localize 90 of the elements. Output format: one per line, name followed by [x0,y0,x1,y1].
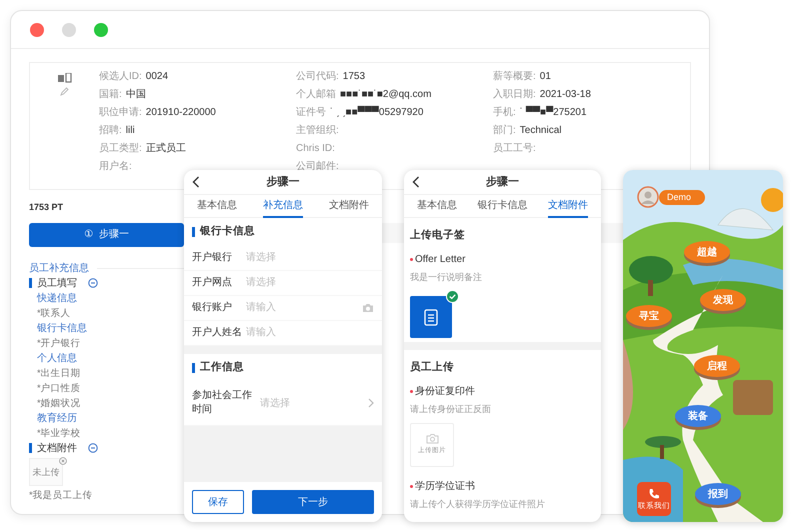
section-title: 上传电子签 [409,228,466,243]
field-label: 证件号 [296,107,326,118]
field-label: Chris ID: [296,143,335,154]
field-value: ˙ ˏ ˏ■■▀▀▀05297920 [330,107,424,118]
edit-icon[interactable] [60,87,69,96]
sidebar-item: *开户银行 [36,336,81,350]
sidebar-item: *婚姻状况 [36,396,81,410]
sidebar-item: *户口性质 [36,382,81,396]
input-field[interactable]: 请输入 [246,325,374,340]
field-label: 用户名: [99,161,132,172]
input-field[interactable]: 请输入 [246,300,362,316]
section-title: 员工上传 [409,360,455,376]
sidebar-link[interactable]: 教育经历 [29,410,77,426]
screen-title: 步骤一 [266,174,300,190]
field-value: 正式员工 [146,143,186,154]
field-value: Technical [520,125,562,136]
tab[interactable]: 文档附件 [316,195,382,217]
field-value: 1753 [342,71,366,82]
check-icon [446,290,459,304]
section-title: 工作信息 [200,360,244,375]
field-label: 参加社会工作时间 [192,389,252,417]
upload-hint: 请上传身份证正反面 [410,403,492,416]
select-field[interactable]: 请选择 [260,396,368,410]
field-label: 招聘: [99,125,122,136]
field-value: 2021-03-18 [540,89,591,100]
next-button[interactable]: 下一步 [252,490,374,514]
field-value: ˙ ▀▀■▀275201 [520,107,587,118]
remove-icon[interactable] [59,456,67,464]
field-label: 候选人ID: [99,71,142,82]
select-field[interactable]: 请选择 [246,275,374,290]
save-button[interactable]: 保存 [192,490,244,514]
sidebar-section: 员工填写 [37,276,77,290]
sidebar-section: 文档附件 [37,440,77,456]
close-button[interactable] [30,22,44,36]
code-label: 1753 PT [29,201,64,214]
collapse-icon[interactable] [88,443,98,453]
field-label: 员工类型: [99,143,142,154]
back-icon[interactable] [192,176,200,188]
sidebar-link[interactable]: 快递信息 [29,290,77,306]
chevron-icon [368,398,374,408]
tab[interactable]: 基本信息 [404,195,470,217]
upload-label: 学历学位证书 [415,480,475,494]
field-value: 0024 [146,71,168,82]
field-label: 开户银行 [192,250,233,265]
field-value: lili [126,125,135,136]
section-title: 员工补充信息 [29,262,89,276]
sidebar-item: *毕业学校 [36,426,81,440]
upload-hint: 请上传个人获得学历学位证件照片 [410,498,546,510]
tab[interactable]: 基本信息 [184,195,250,217]
section-title: 银行卡信息 [200,224,255,239]
field-value: 01 [540,71,551,82]
field-label: 开户网点 [192,276,233,290]
screen-title: 步骤一 [486,174,519,190]
upload-label: Offer Letter [415,252,466,267]
field-label: 个人邮箱 [296,89,336,100]
sidebar-link[interactable]: 银行卡信息 [29,320,87,336]
field-label: 手机: [493,107,516,118]
upload-hint: 我是一行说明备注 [410,270,483,284]
document-thumbnail[interactable] [410,296,452,338]
field-label: 职位申请: [99,107,142,118]
camera-icon [426,433,438,444]
upload-note: *我是员工上传 [29,488,93,502]
back-icon[interactable] [412,176,420,188]
phone-icon [648,488,660,500]
field-label: 员工工号: [493,143,536,154]
field-label: 部门: [493,125,516,136]
sidebar-link[interactable]: 个人信息 [29,350,77,366]
upload-label: 身份证复印件 [415,384,475,399]
field-value: 中国 [126,89,146,100]
collapse-icon[interactable] [88,278,98,288]
user-name-button[interactable]: Demo [659,190,706,205]
field-label: 入职日期: [493,89,536,100]
field-value: ■■■˙■■˙■2@qq.com [340,89,432,100]
field-label: 公司代码: [296,71,339,82]
field-label: 开户人姓名 [192,326,243,340]
camera-icon[interactable] [362,302,374,313]
maximize-button[interactable] [94,22,108,36]
upload-status: 未上传 [29,458,63,486]
sidebar-item: *出生日期 [36,366,81,380]
sidebar-item: *联系人 [36,306,71,320]
field-label: 主管组织: [296,125,339,136]
step-button[interactable]: ① 步骤一 [29,222,184,246]
field-label: 薪等概要: [493,71,536,82]
field-label: 公司邮件: [296,161,339,172]
select-field[interactable]: 请选择 [246,250,374,266]
tab[interactable]: 银行卡信息 [470,195,536,217]
field-label: 银行账户 [192,300,233,315]
document-icon [424,308,438,326]
field-value: 201910-220000 [146,107,216,118]
field-label: 国籍: [99,89,122,100]
